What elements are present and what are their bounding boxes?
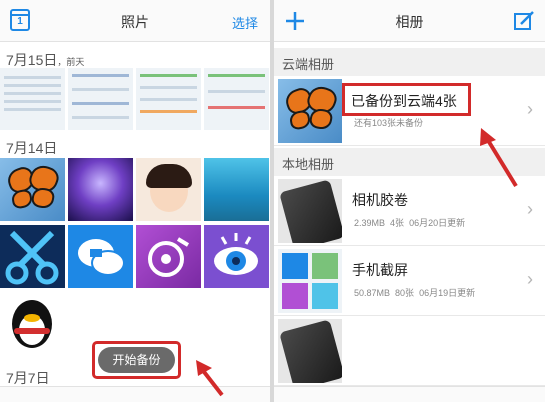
bottom-tab-bar <box>0 386 270 402</box>
album-updated: 06月20日更新 <box>409 218 466 228</box>
section-title: 云端相册 <box>282 57 335 72</box>
date-header: 7月7日 <box>6 368 50 388</box>
date-label: 7月7日 <box>6 370 50 386</box>
photos-title: 照片 <box>121 14 149 30</box>
local-album-row[interactable]: 相机胶卷 2.39MB 4张 06月20日更新 › <box>274 176 545 246</box>
album-name: 手机截屏 <box>352 262 408 278</box>
eye-icon <box>214 233 258 275</box>
album-count: 80张 <box>395 288 415 298</box>
local-section-header: 本地相册 <box>274 148 545 176</box>
photo-thumb-butterfly[interactable] <box>0 158 65 221</box>
photo-thumb-girl[interactable] <box>136 158 201 221</box>
cloud-album-highlight: 已备份到云端4张 <box>342 83 471 116</box>
album-cover <box>278 319 342 383</box>
section-title: 本地相册 <box>282 157 335 172</box>
music-icon <box>148 237 190 277</box>
albums-topbar: 相册 <box>274 0 545 42</box>
photo-thumb[interactable] <box>0 68 65 130</box>
edit-icon[interactable] <box>513 10 535 32</box>
local-album-row[interactable] <box>274 316 545 386</box>
photo-thumb-jellyfish[interactable] <box>68 158 133 221</box>
photo-thumb-scissors[interactable] <box>0 225 65 288</box>
date-header: 7月14日 <box>6 138 57 158</box>
date-label: 7月14日 <box>6 140 58 156</box>
local-album-row[interactable]: 手机截屏 50.87MB 80张 06月19日更新 › <box>274 246 545 316</box>
photo-thumb-qq[interactable] <box>0 292 65 355</box>
photo-thumb-sea[interactable] <box>204 158 269 221</box>
cloud-album-name[interactable]: 已备份到云端4张 <box>351 91 457 111</box>
photo-thumb[interactable] <box>136 68 201 130</box>
album-meta: 2.39MB 4张 06月20日更新 <box>354 216 465 229</box>
cloud-section-header: 云端相册 <box>274 48 545 76</box>
cloud-album-meta: 还有103张未备份 <box>354 118 424 128</box>
chevron-right-icon: › <box>527 199 533 219</box>
date-header: 7月15日，前天 <box>6 50 84 70</box>
photo-thumb-chat[interactable] <box>68 225 133 288</box>
qq-penguin-icon <box>12 300 52 348</box>
photo-thumb[interactable] <box>204 68 269 130</box>
photo-thumb-music[interactable] <box>136 225 201 288</box>
album-size: 2.39MB <box>354 218 386 228</box>
select-button[interactable]: 选择 <box>232 13 258 32</box>
album-meta: 50.87MB 80张 06月19日更新 <box>354 286 475 299</box>
album-cover <box>278 79 342 143</box>
chat-icon <box>78 239 125 276</box>
photos-topbar: 1 照片 选择 <box>0 0 270 42</box>
album-updated: 06月19日更新 <box>419 288 476 298</box>
chevron-right-icon: › <box>527 99 533 119</box>
bottom-tab-bar <box>274 386 545 402</box>
date-label: 7月15日 <box>6 52 58 68</box>
albums-title: 相册 <box>395 14 424 30</box>
date-suffix: ，前天 <box>57 57 85 67</box>
album-count: 4张 <box>390 218 405 228</box>
album-name: 相机胶卷 <box>352 192 408 208</box>
album-size: 50.87MB <box>354 288 391 298</box>
album-cover <box>278 249 342 313</box>
albums-panel: 相册 云端相册 还有103张未备份 › 本地相册 相机胶卷 2.39MB 4张 … <box>274 0 545 402</box>
start-backup-button[interactable]: 开始备份 <box>98 347 175 373</box>
photo-thumb-eye[interactable] <box>204 225 269 288</box>
scissors-icon <box>5 230 59 285</box>
chevron-right-icon: › <box>527 269 533 289</box>
photos-panel: 1 照片 选择 7月15日，前天 7月14日 7月7日 开始备份 <box>0 0 270 402</box>
start-backup-highlight: 开始备份 <box>92 341 181 379</box>
photo-thumb[interactable] <box>68 68 133 130</box>
album-cover <box>278 179 342 243</box>
